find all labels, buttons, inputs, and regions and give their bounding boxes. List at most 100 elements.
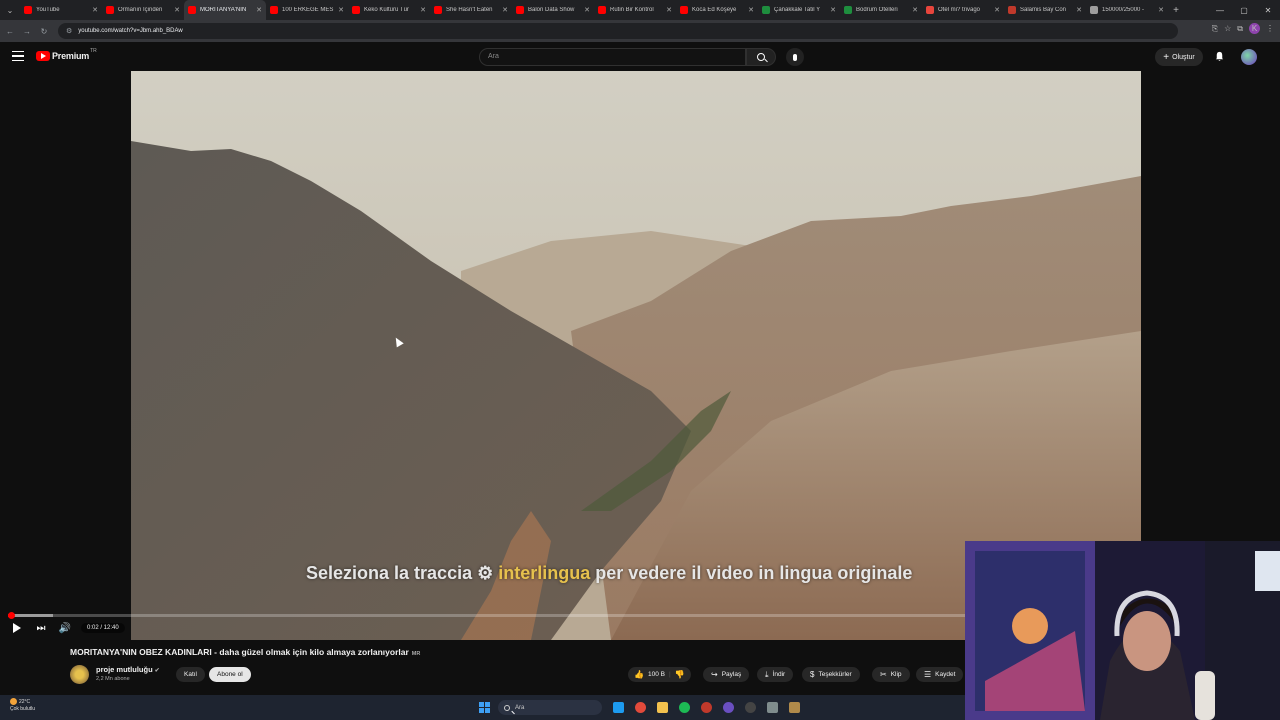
tab-title: Keko Kültürü Tür: [364, 7, 409, 13]
install-app-icon[interactable]: ⎘: [1212, 24, 1218, 34]
save-button[interactable]: ☰ Kaydet: [916, 667, 964, 682]
app-icon[interactable]: [789, 702, 800, 713]
notifications-bell-icon[interactable]: [1214, 51, 1225, 62]
tab-search-icon[interactable]: ⌄: [0, 0, 20, 20]
create-button[interactable]: + Oluştur: [1155, 48, 1203, 66]
scissors-icon: ✂: [880, 670, 887, 679]
site-info-icon[interactable]: ⚙: [66, 27, 72, 35]
thanks-button[interactable]: $ Teşekkürler: [802, 667, 860, 682]
volume-button[interactable]: 🔊: [53, 618, 77, 638]
search-input[interactable]: Ara: [479, 48, 746, 66]
tab-title: MORITANYA'NIN: [200, 7, 247, 13]
browser-tab[interactable]: Koca Ed Köşeye ✕: [676, 0, 758, 20]
extensions-icon[interactable]: ⧉: [1237, 24, 1243, 34]
browser-tab[interactable]: MORITANYA'NIN ✕: [184, 0, 266, 20]
close-window-icon[interactable]: ✕: [1256, 0, 1280, 20]
caption-part-1: Seleziona la traccia: [306, 563, 478, 583]
tab-favicon-icon: [1008, 6, 1016, 14]
browser-tab[interactable]: Keko Kültürü Tür ✕: [348, 0, 430, 20]
next-button[interactable]: ⏭: [29, 618, 53, 638]
join-button[interactable]: Katıl: [176, 667, 206, 682]
browser-icon[interactable]: [723, 702, 734, 713]
close-tab-icon[interactable]: ✕: [338, 6, 344, 14]
tabs: YouTube ✕ Ormanın İçinden ✕ MORITANYA'NIN ✕ 10…: [20, 0, 1168, 20]
chrome-icon[interactable]: [635, 702, 646, 713]
spotify-icon[interactable]: [679, 702, 690, 713]
maximize-icon[interactable]: ▢: [1232, 0, 1256, 20]
close-tab-icon[interactable]: ✕: [912, 6, 918, 14]
close-tab-icon[interactable]: ✕: [1076, 6, 1082, 14]
like-button[interactable]: 👍 100 B | 👎: [628, 667, 691, 682]
profile-avatar[interactable]: K: [1249, 23, 1260, 34]
browser-tab[interactable]: Salamis Bay Con ✕: [1004, 0, 1086, 20]
menu-hamburger-icon[interactable]: [12, 51, 24, 61]
minimize-icon[interactable]: —: [1208, 0, 1232, 20]
browser-tab[interactable]: Ormanın İçinden ✕: [102, 0, 184, 20]
windows-taskbar: 22°C Çok bulutlu Ara: [0, 695, 965, 720]
youtube-premium-logo[interactable]: Premium TR: [36, 48, 97, 61]
clip-button[interactable]: ✂ Klip: [872, 667, 910, 682]
voice-search-button[interactable]: [786, 48, 804, 66]
start-button-icon[interactable]: [479, 702, 490, 713]
title-suffix: MR: [411, 651, 421, 657]
browser-tab[interactable]: Çanakkale Tatil Y ✕: [758, 0, 840, 20]
browser-tab[interactable]: She Hasn't Eaten ✕: [430, 0, 512, 20]
tab-title: Çanakkale Tatil Y: [774, 7, 821, 13]
close-tab-icon[interactable]: ✕: [994, 6, 1000, 14]
close-tab-icon[interactable]: ✕: [748, 6, 754, 14]
tab-title: Bodrum Otelleri: [856, 7, 898, 13]
settings-icon[interactable]: [767, 702, 778, 713]
thanks-label: Teşekkürler: [818, 671, 852, 678]
close-tab-icon[interactable]: ✕: [420, 6, 426, 14]
weather-widget[interactable]: 22°C Çok bulutlu: [10, 698, 35, 713]
new-tab-button[interactable]: +: [1168, 5, 1184, 16]
close-tab-icon[interactable]: ✕: [830, 6, 836, 14]
channel-avatar[interactable]: [70, 665, 89, 684]
download-icon: ⤓: [765, 669, 769, 679]
play-button[interactable]: [5, 618, 29, 638]
back-icon[interactable]: ←: [3, 27, 17, 36]
taskbar-search-label: Ara: [515, 704, 525, 711]
weather-icon: [10, 698, 17, 705]
like-divider: |: [668, 671, 671, 678]
browser-tab[interactable]: Balon Data Show ✕: [512, 0, 594, 20]
browser-tab[interactable]: Otel mi? trivago ✕: [922, 0, 1004, 20]
bookmark-star-icon[interactable]: ☆: [1224, 24, 1231, 33]
browser-tab[interactable]: YouTube ✕: [20, 0, 102, 20]
like-count: 100 B: [647, 671, 665, 678]
taskbar-search[interactable]: Ara: [498, 700, 602, 715]
search-button[interactable]: [746, 48, 776, 66]
browser-tab[interactable]: 150000/25000 - ✕: [1086, 0, 1168, 20]
tab-title: Rutin Bir Kontrol: [610, 7, 654, 13]
tab-favicon-icon: [516, 6, 524, 14]
browser-tab[interactable]: Bodrum Otelleri ✕: [840, 0, 922, 20]
channel-name[interactable]: proje mutluluğu ✔: [96, 665, 160, 674]
share-button[interactable]: ↪ Paylaş: [703, 667, 750, 682]
forward-icon[interactable]: →: [20, 27, 34, 36]
thumbs-down-icon[interactable]: 👎: [675, 670, 685, 679]
tab-title: 150000/25000 -: [1102, 7, 1145, 13]
account-avatar[interactable]: [1241, 49, 1257, 65]
browser-menu-icon[interactable]: ⋮: [1266, 24, 1274, 33]
subscribe-button[interactable]: Abone ol: [209, 667, 251, 682]
close-tab-icon[interactable]: ✕: [92, 6, 98, 14]
tab-favicon-icon: [434, 6, 442, 14]
tab-title: Salamis Bay Con: [1020, 7, 1067, 13]
tab-title: Koca Ed Köşeye: [692, 7, 737, 13]
close-tab-icon[interactable]: ✕: [256, 6, 262, 14]
close-tab-icon[interactable]: ✕: [502, 6, 508, 14]
opera-icon[interactable]: [701, 702, 712, 713]
download-button[interactable]: ⤓ İndir: [757, 667, 794, 682]
tab-title: Otel mi? trivago: [938, 7, 981, 13]
steam-icon[interactable]: [745, 702, 756, 713]
browser-tab[interactable]: Rutin Bir Kontrol ✕: [594, 0, 676, 20]
close-tab-icon[interactable]: ✕: [1158, 6, 1164, 14]
close-tab-icon[interactable]: ✕: [666, 6, 672, 14]
close-tab-icon[interactable]: ✕: [174, 6, 180, 14]
file-explorer-icon[interactable]: [657, 702, 668, 713]
reload-icon[interactable]: ↻: [37, 27, 51, 36]
telegram-icon[interactable]: [613, 702, 624, 713]
close-tab-icon[interactable]: ✕: [584, 6, 590, 14]
browser-tab[interactable]: 100 ERKEĞE MES ✕: [266, 0, 348, 20]
url-field[interactable]: ⚙ youtube.com/watch?v=Jbm.ahb_BDAw: [58, 23, 1178, 39]
